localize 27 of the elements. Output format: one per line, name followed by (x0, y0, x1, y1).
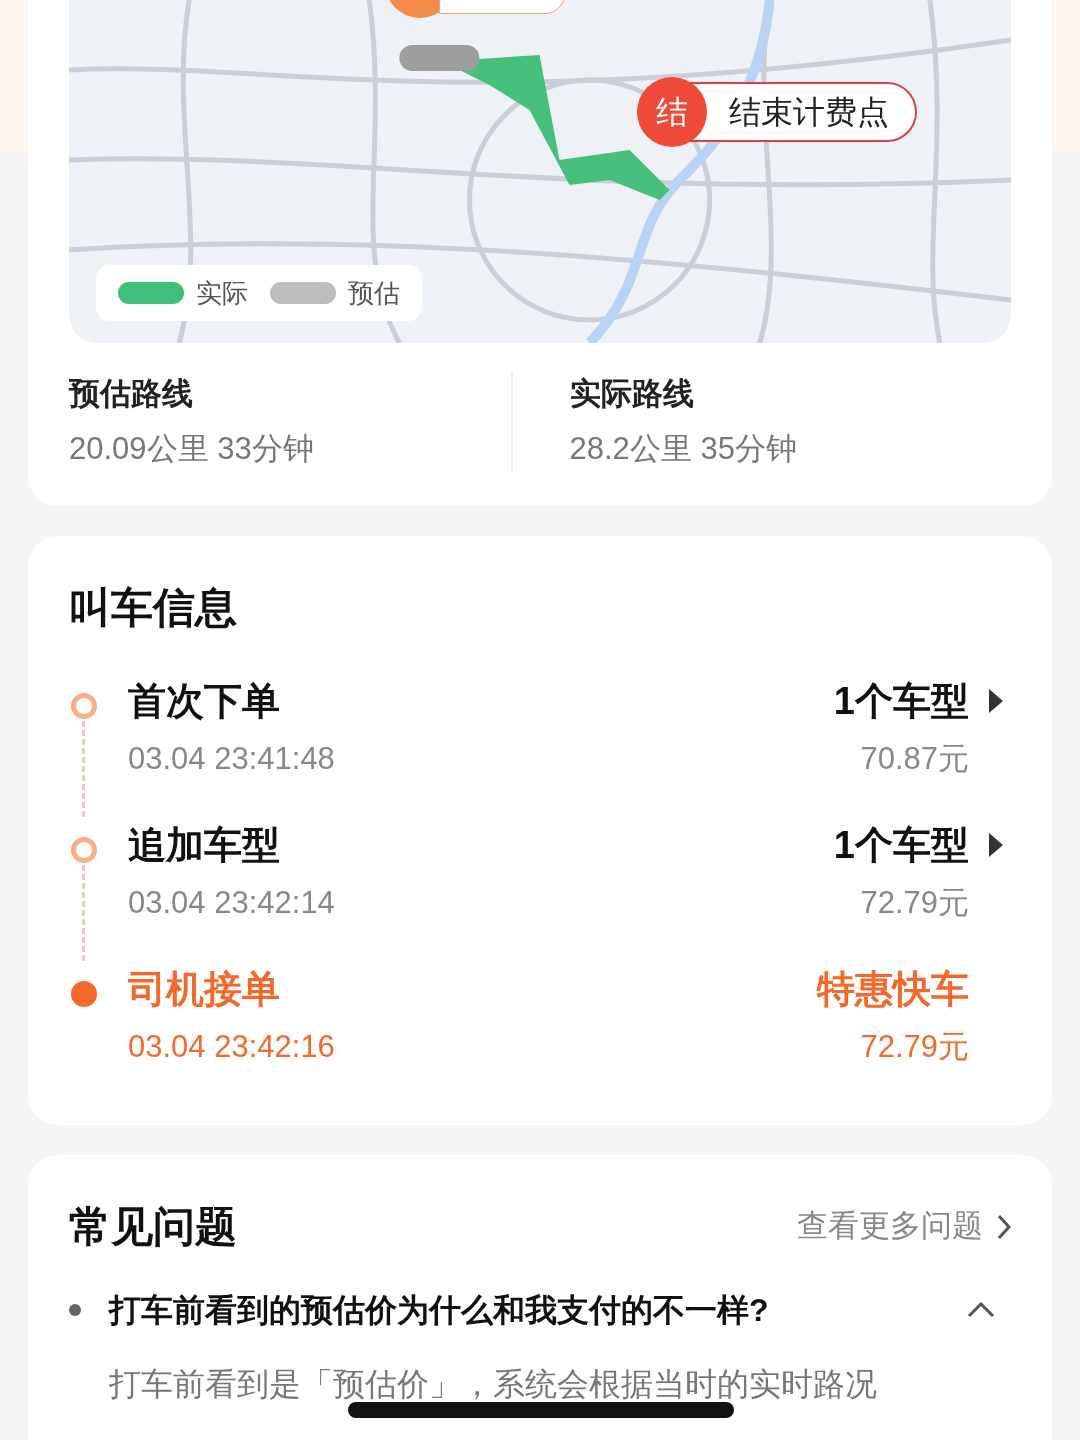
event-name: 追加车型 (128, 823, 281, 868)
legend-label: 实际 (196, 276, 248, 310)
event-time: 03.04 23:42:14 (128, 884, 336, 922)
section-title: 叫车信息 (69, 583, 238, 633)
legend-label: 预估 (348, 276, 400, 310)
section-title: 常见问题 (69, 1202, 237, 1252)
bullet-icon (69, 1304, 81, 1316)
chevron-up-icon[interactable] (967, 1302, 995, 1318)
event-price: 72.79元 (860, 1028, 969, 1066)
route-detail: 20.09公里 33分钟 (69, 429, 315, 468)
chevron-right-icon (997, 1213, 1011, 1240)
event-price: 70.87元 (860, 740, 969, 778)
route-detail: 28.2公里 35分钟 (569, 429, 798, 468)
event-time: 03.04 23:42:16 (128, 1028, 336, 1066)
faq-answer: 打车前看到是「预估价」，系统会根据当时的实时路况 (109, 1365, 878, 1404)
caret-icon (989, 833, 1003, 857)
event-name: 司机接单 (128, 967, 281, 1012)
route-title: 预估路线 (69, 375, 194, 413)
route-title: 实际路线 (569, 375, 695, 413)
event-price: 72.79元 (860, 884, 969, 922)
car-type-link[interactable]: 1个车型 (833, 817, 969, 874)
event-name: 首次下单 (128, 679, 281, 724)
faq-question[interactable]: 打车前看到的预估价为什么和我支付的不一样? (109, 1286, 967, 1334)
more-questions-link[interactable]: 查看更多问题 (797, 1203, 1011, 1250)
car-type-link[interactable]: 1个车型 (833, 673, 969, 730)
event-time: 03.04 23:41:48 (128, 740, 336, 778)
caret-icon (989, 689, 1003, 713)
